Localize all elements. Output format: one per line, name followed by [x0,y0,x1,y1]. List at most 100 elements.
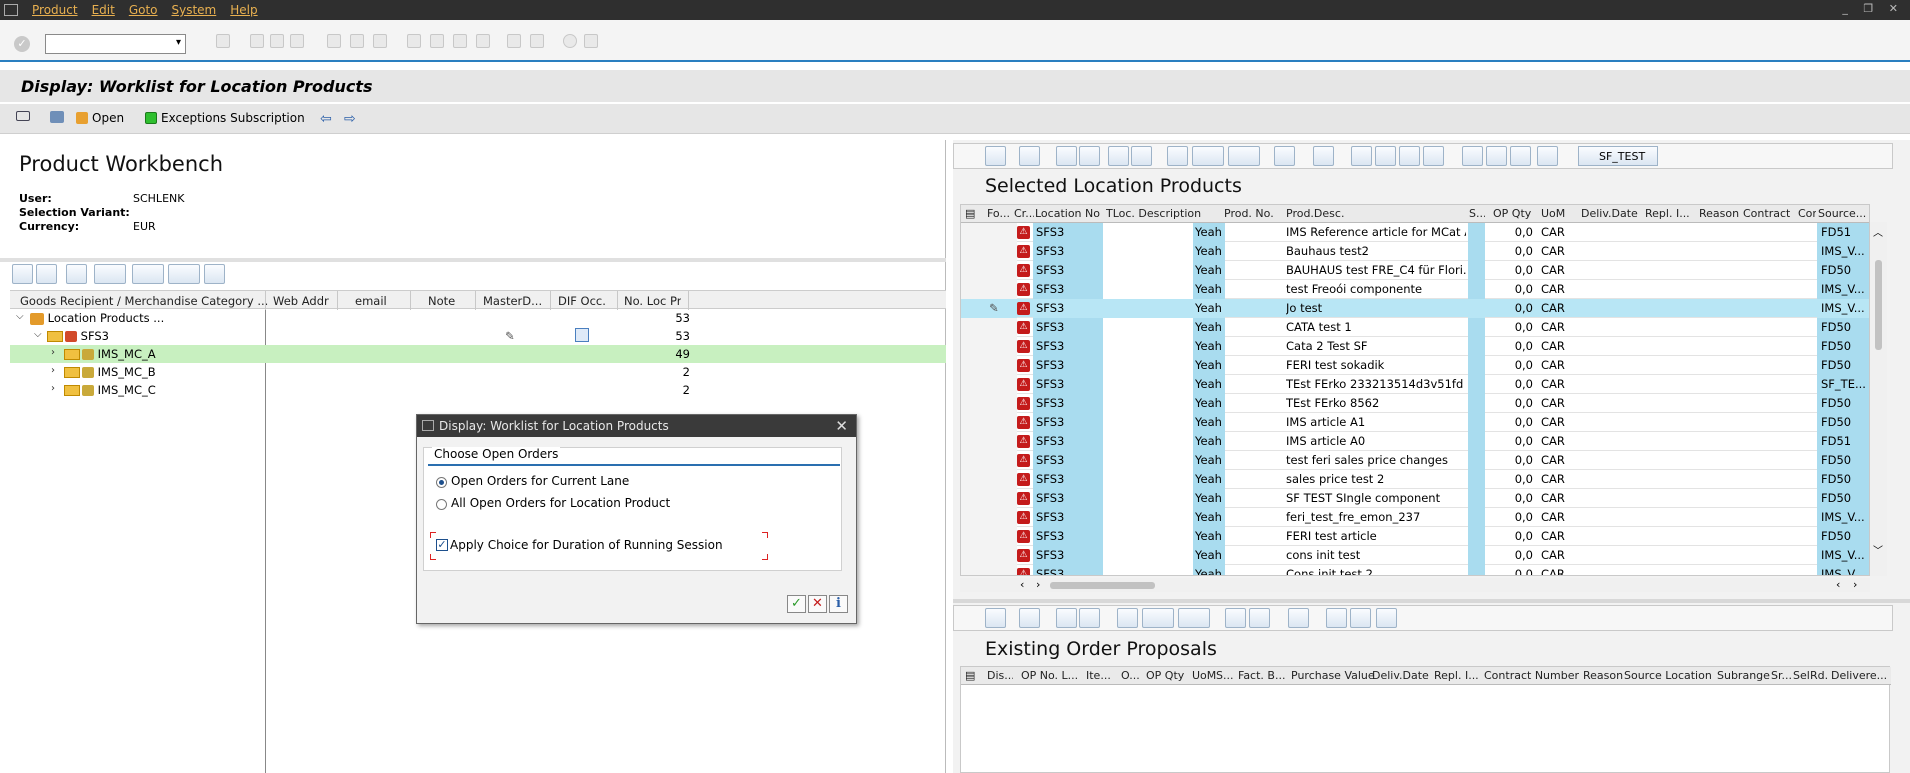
edit-icon[interactable] [1326,608,1347,628]
expand-all-icon[interactable] [12,264,33,284]
open-orders-current-lane-label[interactable]: Open Orders for Current Lane [451,474,629,488]
bar-chart-icon[interactable] [1486,146,1507,166]
layout-menu-icon[interactable] [584,34,598,48]
expand-icon[interactable]: › [51,365,55,376]
undo-icon[interactable] [1350,608,1371,628]
menu-edit[interactable]: Edit [92,3,115,17]
tree-col-web-addr[interactable]: Web Addr [273,294,329,308]
sf-test-button[interactable]: SF_TEST [1578,146,1658,166]
settings-button[interactable] [50,111,64,123]
exception-icon[interactable]: ⚠ [1017,245,1030,258]
col-item[interactable]: Ite... [1086,669,1113,682]
row-selector[interactable] [961,223,1017,242]
details-icon[interactable] [985,146,1006,166]
table-row[interactable]: ⚠ SFS3 Yeah FERI test sokadik 0,0 CAR FD50 [961,356,1869,375]
table-row[interactable]: ⚠ SFS3 Yeah feri_test_fre_emon_237 0,0 CAR IMS… [961,508,1869,527]
command-field[interactable]: ▾ [45,34,186,54]
layout-icon[interactable] [1228,146,1260,166]
col-fact-b[interactable]: Fact. B... [1238,669,1286,682]
table-row[interactable]: ✎ ⚠ SFS3 Yeah Jo test 0,0 CAR IMS_V... [961,299,1869,318]
row-selector[interactable] [961,470,1017,489]
all-open-orders-radio[interactable] [436,499,447,510]
cancel-icon[interactable] [290,34,304,48]
tree-row[interactable]: ⌵ SFS3 ✎ 53 [10,327,946,345]
row-selector[interactable] [961,394,1017,413]
row-selector[interactable] [961,527,1017,546]
exception-icon[interactable]: ⚠ [1017,302,1030,315]
link-icon[interactable] [1351,146,1372,166]
scroll-up-icon[interactable]: ︿ [1873,224,1883,239]
orders-icon[interactable] [1462,146,1483,166]
details-icon[interactable] [985,608,1006,628]
stock-icon[interactable] [1510,146,1531,166]
window-controls[interactable]: _ ❐ ✕ [1842,2,1904,15]
col-contract-number[interactable]: Contract Number [1484,669,1579,682]
exception-icon[interactable]: ⚠ [1017,226,1030,239]
row-selector[interactable] [961,375,1017,394]
open-button[interactable]: Open [76,111,124,125]
exception-icon[interactable]: ⚠ [1017,321,1030,334]
col-dis[interactable]: Dis... [987,669,1013,682]
exception-icon[interactable]: ⚠ [1017,454,1030,467]
exception-icon[interactable]: ⚠ [1017,530,1030,543]
row-selector[interactable] [961,413,1017,432]
row-selector[interactable] [961,261,1017,280]
table-row[interactable]: ⚠ SFS3 Yeah sales price test 2 0,0 CAR FD50 [961,470,1869,489]
col-repl-i[interactable]: Repl. I... [1434,669,1479,682]
col-uom[interactable]: UoM [1541,207,1565,220]
row-selector[interactable] [961,318,1017,337]
chevron-down-icon[interactable]: ▾ [176,37,181,48]
previous-page-icon[interactable] [430,34,444,48]
tree-col-note[interactable]: Note [428,294,455,308]
collapse-icon[interactable]: ⌵ [16,311,24,322]
exception-icon[interactable]: ⚠ [1017,416,1030,429]
save-icon[interactable] [216,34,230,48]
scroll-left-icon[interactable]: ‹ [1020,578,1024,591]
exit-icon[interactable] [270,34,284,48]
exception-icon[interactable]: ⚠ [1017,492,1030,505]
col-location-no[interactable]: Location No [1035,207,1103,220]
col-prod-desc[interactable]: Prod.Desc. [1286,207,1466,220]
table-row[interactable]: ⚠ SFS3 Yeah Cata 2 Test SF 0,0 CAR FD50 [961,337,1869,356]
tree-col-masterdata[interactable]: MasterD... [483,294,545,308]
col-delivered[interactable]: Delivere... [1831,669,1889,682]
masterdata-icon[interactable]: ✎ [505,329,515,343]
row-selector[interactable] [961,565,1017,575]
exceptions-subscription-button[interactable]: Exceptions Subscription [145,111,305,125]
print-icon[interactable] [1117,608,1138,628]
undo-icon[interactable] [1423,146,1444,166]
select-all-icon[interactable]: ▤ [965,207,975,220]
first-page-icon[interactable] [407,34,421,48]
find-tree-icon[interactable] [66,264,87,284]
row-selector[interactable] [961,356,1017,375]
dif-occ-icon[interactable] [575,328,589,342]
edit-row-icon[interactable]: ✎ [989,301,999,315]
tree-col-email[interactable]: email [355,294,387,308]
truck-icon[interactable] [1249,608,1270,628]
table-row[interactable]: ⚠ SFS3 Yeah Bauhaus test2 0,0 CAR IMS_V... [961,242,1869,261]
exception-icon[interactable]: ⚠ [1017,397,1030,410]
col-op-qty[interactable]: OP Qty [1493,207,1538,220]
sort-ascending-icon[interactable] [1056,146,1077,166]
find-grid-icon[interactable] [1108,146,1129,166]
col-op-qty[interactable]: OP Qty [1146,669,1184,682]
table-row[interactable]: ⚠ SFS3 Yeah test Freoói componente 0,0 CAR IMS… [961,280,1869,299]
exception-icon[interactable]: ⚠ [1017,378,1030,391]
layout-toggle-button[interactable] [16,111,30,121]
row-selector[interactable] [961,242,1017,261]
table-row[interactable]: ⚠ SFS3 Yeah IMS article A1 0,0 CAR FD50 [961,413,1869,432]
col-op-no[interactable]: OP No. L... [1021,669,1079,682]
col-deliv-date[interactable]: Deliv.Date [1372,669,1429,682]
open-orders-current-lane-radio[interactable] [436,477,447,488]
find-next-icon[interactable] [1079,608,1100,628]
enter-icon[interactable]: ✓ [14,36,30,52]
change-icon[interactable] [1399,146,1420,166]
back-icon[interactable] [250,34,264,48]
col-source[interactable]: Source... [1818,207,1869,220]
scroll-right-icon[interactable]: › [1036,578,1040,591]
menu-system[interactable]: System [172,3,217,17]
next-arrow-icon[interactable]: ⇨ [344,111,356,127]
col-s[interactable]: S... [1469,207,1485,220]
tree-col-goods-recipient[interactable]: Goods Recipient / Merchandise Category .… [20,294,270,308]
menu-help[interactable]: Help [230,3,257,17]
